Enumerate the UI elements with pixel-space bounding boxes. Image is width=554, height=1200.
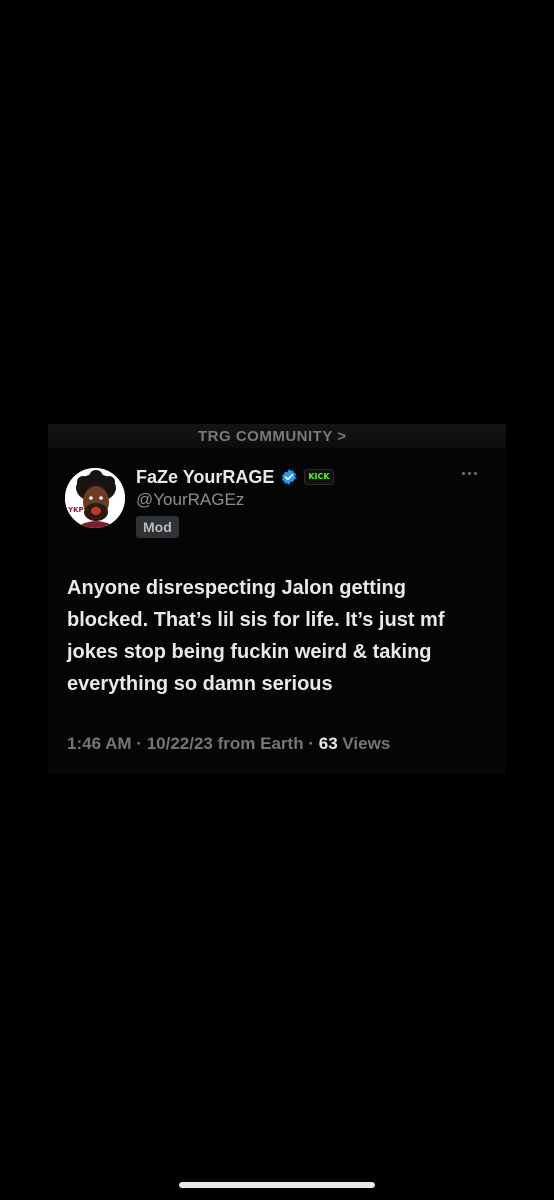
- screen: TRG COMMUNITY > YKP FaZe YourRAGE KICK @…: [0, 0, 554, 1200]
- dot: [462, 471, 465, 475]
- avatar[interactable]: YKP: [65, 468, 125, 528]
- author-handle[interactable]: @YourRAGEz: [136, 490, 244, 510]
- author-display-name[interactable]: FaZe YourRAGE: [136, 467, 274, 488]
- cartoon-portrait-avatar-icon: YKP: [65, 468, 125, 528]
- author-name-row: FaZe YourRAGE KICK: [136, 464, 334, 490]
- role-badge: Mod: [136, 516, 179, 538]
- meta-separator: ·: [308, 734, 314, 753]
- post-date[interactable]: 10/22/23: [147, 734, 213, 753]
- more-options-icon[interactable]: [462, 468, 488, 478]
- post-meta: 1:46 AM · 10/22/23 from Earth · 63 Views: [67, 734, 390, 754]
- views-count[interactable]: 63: [319, 734, 338, 753]
- views-label: Views: [342, 734, 391, 753]
- svg-text:YKP: YKP: [67, 506, 84, 514]
- meta-separator: ·: [136, 734, 142, 753]
- dot: [474, 471, 477, 475]
- post-text: Anyone disrespecting Jalon getting block…: [67, 577, 445, 695]
- post-location: from Earth: [217, 734, 304, 753]
- community-strip-label: TRG COMMUNITY >: [198, 428, 347, 445]
- home-indicator[interactable]: [179, 1182, 375, 1188]
- post-time[interactable]: 1:46 AM: [67, 734, 132, 753]
- post-card: TRG COMMUNITY > YKP FaZe YourRAGE KICK @…: [48, 424, 506, 774]
- verified-badge-icon: [282, 469, 297, 485]
- kick-platform-badge: KICK: [304, 469, 334, 485]
- dot: [468, 471, 471, 475]
- community-strip[interactable]: TRG COMMUNITY >: [48, 424, 506, 448]
